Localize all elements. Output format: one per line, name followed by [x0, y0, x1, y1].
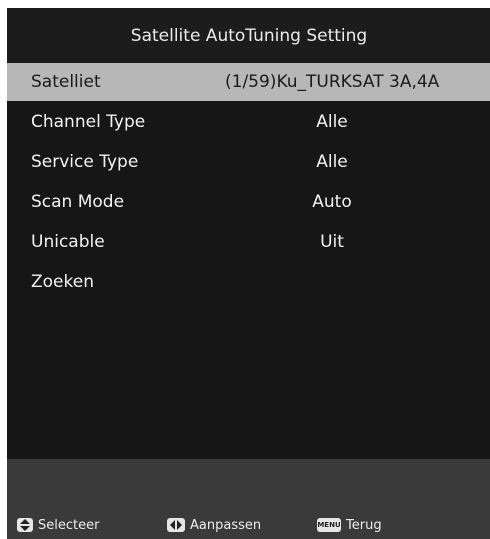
help-adjust-label: Aanpassen	[190, 517, 262, 533]
menu-key-icon: MENU	[317, 518, 341, 532]
menu-item-service-type[interactable]: Service Type Alle	[7, 143, 490, 181]
help-adjust: Aanpassen	[167, 516, 261, 534]
menu-item-zoeken[interactable]: Zoeken	[7, 263, 490, 301]
menu-item-label: Satelliet	[31, 72, 101, 92]
left-right-arrows-icon	[167, 518, 185, 532]
menu-item-unicable[interactable]: Unicable Uit	[7, 223, 490, 261]
menu-item-value: Uit	[320, 232, 344, 252]
up-down-arrows-icon	[17, 518, 33, 532]
menu-item-value: Alle	[316, 152, 348, 172]
menu-item-channel-type[interactable]: Channel Type Alle	[7, 103, 490, 141]
menu-item-scan-mode[interactable]: Scan Mode Auto	[7, 183, 490, 221]
menu-item-satelliet[interactable]: Satelliet (1/59)Ku_TURKSAT 3A,4A	[7, 63, 490, 101]
tv-menu-screen: Satellite AutoTuning Setting Satelliet (…	[7, 8, 490, 539]
help-bar: Selecteer Aanpassen MENU Terug	[7, 459, 490, 539]
help-select: Selecteer	[17, 516, 99, 534]
help-select-label: Selecteer	[38, 517, 100, 533]
menu-item-label: Channel Type	[31, 112, 146, 132]
help-back: MENU Terug	[317, 516, 382, 534]
menu-item-label: Scan Mode	[31, 192, 125, 212]
menu-item-value: Alle	[316, 112, 348, 132]
help-back-label: Terug	[346, 517, 382, 533]
settings-menu: Satelliet (1/59)Ku_TURKSAT 3A,4A Channel…	[7, 63, 490, 459]
title-bar: Satellite AutoTuning Setting	[7, 8, 490, 63]
menu-item-label: Unicable	[31, 232, 105, 252]
menu-item-label: Service Type	[31, 152, 139, 172]
menu-item-label: Zoeken	[31, 272, 94, 292]
menu-item-value: Auto	[312, 192, 352, 212]
menu-item-value: (1/59)Ku_TURKSAT 3A,4A	[225, 72, 440, 92]
page-title: Satellite AutoTuning Setting	[130, 25, 368, 46]
